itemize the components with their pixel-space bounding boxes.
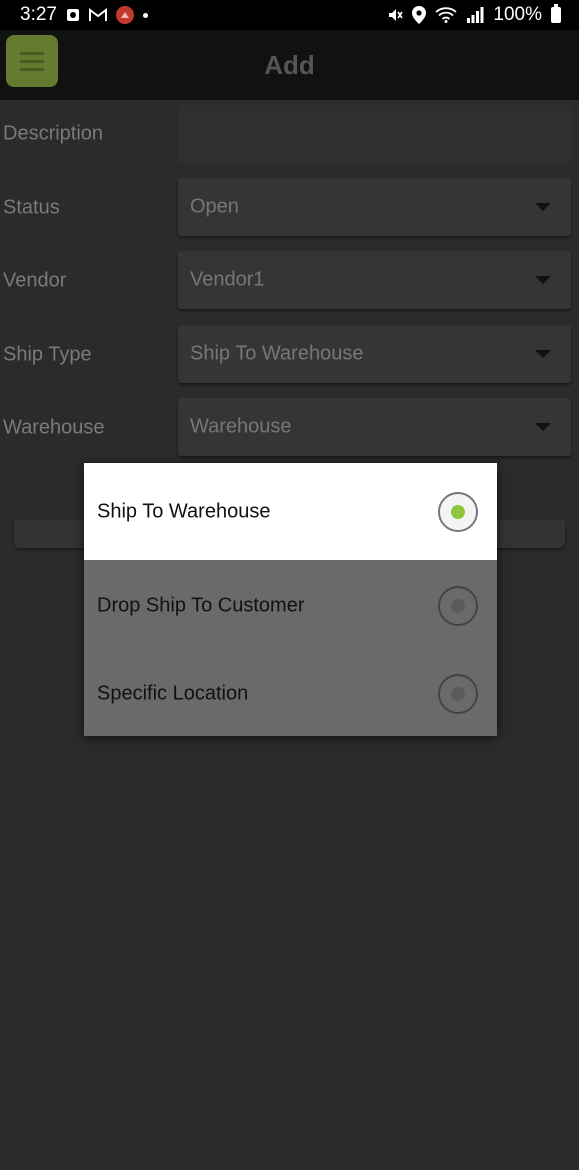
more-notifications-icon (142, 12, 148, 18)
option-ship-to-warehouse[interactable]: Ship To Warehouse (84, 463, 497, 560)
warehouse-value: Warehouse (190, 415, 292, 438)
vendor-select[interactable]: Vendor1 (178, 251, 571, 309)
description-input[interactable] (178, 105, 571, 163)
wifi-icon (435, 7, 457, 23)
option-label: Ship To Warehouse (97, 500, 271, 522)
vendor-row: Vendor Vendor1 (0, 251, 579, 311)
signal-icon (466, 7, 484, 23)
gmail-icon (88, 8, 107, 22)
vendor-label: Vendor (3, 269, 67, 292)
chevron-down-icon (535, 423, 551, 431)
status-row: Status Open (0, 178, 579, 238)
ship-type-row: Ship Type Ship To Warehouse (0, 325, 579, 385)
status-label: Status (3, 196, 60, 219)
vendor-value: Vendor1 (190, 268, 265, 291)
description-label: Description (3, 122, 104, 145)
app-header: Add (0, 30, 579, 100)
chevron-down-icon (535, 276, 551, 284)
ship-type-picker: Ship To Warehouse Drop Ship To Customer … (84, 463, 497, 736)
app-icon (115, 6, 134, 24)
ship-type-label: Ship Type (3, 343, 92, 366)
menu-button[interactable] (6, 35, 58, 87)
option-specific-location[interactable]: Specific Location (84, 651, 497, 736)
hamburger-icon (20, 51, 44, 55)
warehouse-label: Warehouse (3, 416, 105, 439)
warehouse-row: Warehouse Warehouse (0, 398, 579, 458)
option-label: Specific Location (97, 682, 249, 704)
battery-percent: 100% (493, 4, 542, 25)
chevron-down-icon (535, 203, 551, 211)
radio-unselected-icon[interactable] (438, 585, 478, 626)
warehouse-select[interactable]: Warehouse (178, 398, 571, 456)
page-title: Add (264, 49, 315, 80)
radio-unselected-icon[interactable] (438, 673, 478, 714)
chevron-down-icon (535, 350, 551, 358)
ship-type-value: Ship To Warehouse (190, 342, 364, 365)
ship-type-select[interactable]: Ship To Warehouse (178, 325, 571, 383)
notification-icon (66, 8, 80, 22)
battery-icon (551, 4, 561, 23)
status-select[interactable]: Open (178, 178, 571, 236)
location-icon (412, 6, 427, 24)
mute-icon (387, 7, 404, 23)
status-time: 3:27 (20, 4, 57, 25)
radio-selected-icon[interactable] (438, 491, 478, 532)
option-drop-ship-to-customer[interactable]: Drop Ship To Customer (84, 560, 497, 651)
status-value: Open (190, 195, 239, 218)
status-bar: 3:27 100% (0, 0, 579, 30)
description-row: Description (0, 104, 579, 164)
option-label: Drop Ship To Customer (97, 594, 305, 616)
